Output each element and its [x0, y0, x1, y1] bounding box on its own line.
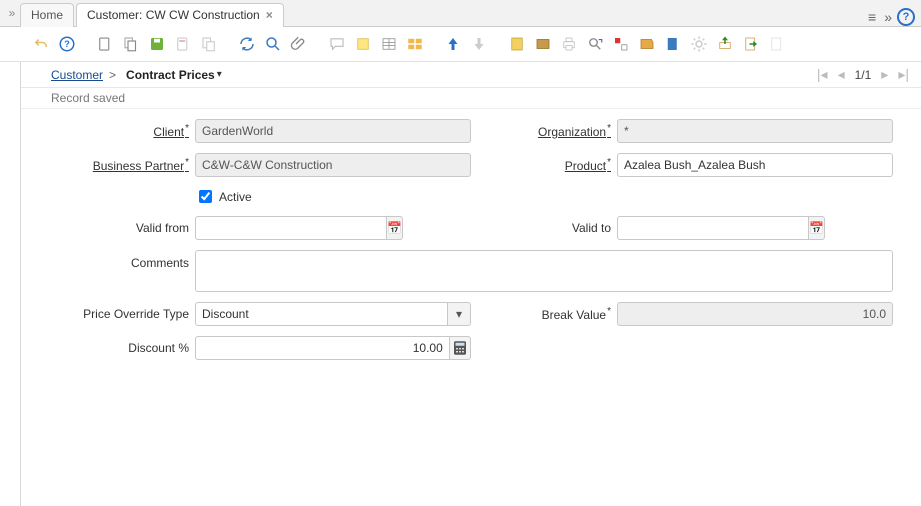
- delete-icon[interactable]: [172, 33, 194, 55]
- tabstrip-right: ≡ » ?: [868, 8, 921, 26]
- detail-record-icon[interactable]: [468, 33, 490, 55]
- active-label: Active: [219, 190, 252, 204]
- close-icon[interactable]: ×: [266, 8, 273, 22]
- print-icon[interactable]: [558, 33, 580, 55]
- discount-label: Discount %: [49, 341, 195, 355]
- tab-home-label: Home: [31, 8, 63, 22]
- organization-field: *: [617, 119, 893, 143]
- valid-from-field[interactable]: [195, 216, 387, 240]
- comments-label: Comments: [49, 250, 195, 270]
- help-circle-icon[interactable]: ?: [56, 33, 78, 55]
- calculator-icon[interactable]: [450, 336, 471, 360]
- multi-icon[interactable]: [404, 33, 426, 55]
- breadcrumb-sep: >: [109, 68, 116, 82]
- menu-icon[interactable]: ≡: [868, 9, 876, 25]
- archive-icon[interactable]: [532, 33, 554, 55]
- tab-customer[interactable]: Customer: CW CW Construction ×: [76, 3, 284, 27]
- tabstrip: » Home Customer: CW CW Construction × ≡ …: [0, 0, 921, 27]
- active-checkbox[interactable]: [199, 190, 212, 203]
- tab-customer-label: Customer: CW CW Construction: [87, 8, 260, 22]
- tab-home[interactable]: Home: [20, 3, 74, 27]
- report-icon[interactable]: [506, 33, 528, 55]
- breadcrumb-current[interactable]: Contract Prices: [126, 68, 215, 82]
- record-counter: 1/1: [855, 68, 872, 82]
- client-label[interactable]: Client*: [49, 123, 195, 139]
- organization-label[interactable]: Organization*: [471, 123, 617, 139]
- valid-to-field[interactable]: [617, 216, 809, 240]
- svg-text:?: ?: [64, 39, 70, 49]
- export-icon[interactable]: [714, 33, 736, 55]
- csv-import-icon[interactable]: [766, 33, 788, 55]
- copy-record-icon[interactable]: [120, 33, 142, 55]
- business-partner-label[interactable]: Business Partner*: [49, 157, 195, 173]
- status-message: Record saved: [21, 88, 921, 109]
- zoom-across-icon[interactable]: [584, 33, 606, 55]
- active-workflow-icon[interactable]: [610, 33, 632, 55]
- parent-record-icon[interactable]: [442, 33, 464, 55]
- break-value-field: 10.0: [617, 302, 893, 326]
- search-icon[interactable]: [262, 33, 284, 55]
- price-override-type-label: Price Override Type: [49, 307, 195, 321]
- discount-field[interactable]: [195, 336, 450, 360]
- product-info-icon[interactable]: [662, 33, 684, 55]
- help-icon[interactable]: ?: [897, 8, 915, 26]
- undo-icon[interactable]: [30, 33, 52, 55]
- new-record-icon[interactable]: [94, 33, 116, 55]
- expand-left-icon[interactable]: »: [4, 6, 20, 20]
- calendar-icon[interactable]: 📅: [387, 216, 403, 240]
- attachment-icon[interactable]: [288, 33, 310, 55]
- grid-icon[interactable]: [378, 33, 400, 55]
- request-icon[interactable]: [636, 33, 658, 55]
- business-partner-field: C&W-C&W Construction: [195, 153, 471, 177]
- product-field[interactable]: [617, 153, 893, 177]
- valid-from-label: Valid from: [49, 221, 195, 235]
- import-icon[interactable]: [740, 33, 762, 55]
- breadcrumb-row: Customer > Contract Prices ▾ |◂ ◂ 1/1 ▸ …: [21, 62, 921, 88]
- breadcrumb-customer[interactable]: Customer: [51, 68, 103, 82]
- record-nav: |◂ ◂ 1/1 ▸ ▸|: [817, 66, 909, 83]
- gear-icon[interactable]: [688, 33, 710, 55]
- chat-icon[interactable]: [326, 33, 348, 55]
- next-record-icon[interactable]: ▸: [881, 66, 888, 83]
- chevron-down-icon[interactable]: ▾: [448, 302, 471, 326]
- prev-record-icon[interactable]: ◂: [838, 66, 845, 83]
- toolbar: ?: [0, 27, 921, 62]
- first-record-icon[interactable]: |◂: [817, 66, 828, 83]
- valid-to-label: Valid to: [471, 221, 617, 235]
- dropdown-icon[interactable]: ▾: [217, 69, 222, 80]
- break-value-label: Break Value*: [471, 306, 617, 322]
- product-label[interactable]: Product*: [471, 157, 617, 173]
- refresh-icon[interactable]: [236, 33, 258, 55]
- save-icon[interactable]: [146, 33, 168, 55]
- note-icon[interactable]: [352, 33, 374, 55]
- form: Client* GardenWorld Organization* * Busi…: [21, 109, 921, 360]
- chevrons-down-icon[interactable]: »: [884, 9, 889, 25]
- calendar-icon[interactable]: 📅: [809, 216, 825, 240]
- save-new-icon[interactable]: [198, 33, 220, 55]
- client-field: GardenWorld: [195, 119, 471, 143]
- price-override-type-field[interactable]: Discount: [195, 302, 448, 326]
- content-area: Customer > Contract Prices ▾ |◂ ◂ 1/1 ▸ …: [20, 62, 921, 506]
- last-record-icon[interactable]: ▸|: [898, 66, 909, 83]
- comments-field[interactable]: [195, 250, 893, 292]
